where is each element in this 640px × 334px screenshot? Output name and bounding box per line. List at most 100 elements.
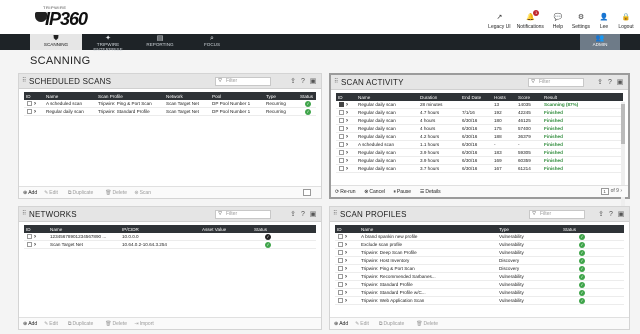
- next-page-icon[interactable]: ›: [619, 188, 622, 194]
- column-header-name[interactable]: Name: [44, 94, 96, 99]
- table-row[interactable]: › Regular daily scan 4.7 hours 7/1/16 192 422…: [336, 109, 623, 117]
- nav-item-tripwire-enterprise[interactable]: ✦ TRIPWIRE ENTERPRISE: [82, 34, 134, 52]
- column-header-network[interactable]: Network: [164, 94, 210, 99]
- column-header-duration[interactable]: Duration: [418, 95, 460, 100]
- table-row[interactable]: › Tripwire: Web Application Scan Vulnerabi…: [335, 297, 624, 305]
- action-add-button[interactable]: ⊕Add: [23, 321, 37, 327]
- chevron-right-icon[interactable]: ›: [32, 242, 38, 248]
- column-header-name[interactable]: Name: [48, 227, 120, 232]
- help-icon[interactable]: ?: [607, 210, 615, 219]
- column-header-hosts[interactable]: Hosts: [492, 95, 516, 100]
- toolbar-item-logout[interactable]: 🔒 Logout: [618, 13, 634, 30]
- column-header-asset-value[interactable]: Asset Value: [200, 227, 252, 232]
- nav-item-admin[interactable]: 👥 ADMIN: [580, 34, 620, 50]
- page-input[interactable]: 1: [600, 188, 609, 195]
- column-header-scan-profile[interactable]: Scan Profile: [96, 94, 164, 99]
- action-details-button[interactable]: ☰Details: [420, 189, 441, 195]
- ip360-logo[interactable]: TRIPWIRE IP360: [35, 5, 93, 32]
- table-row[interactable]: › A brand spankin new profile Vulnerabilit…: [335, 233, 624, 241]
- table-row[interactable]: › A scheduled scan Tripwire: Ping & Port S…: [24, 100, 316, 108]
- column-header-id[interactable]: ID: [24, 94, 44, 99]
- drag-handle-icon[interactable]: ⠿: [22, 78, 26, 85]
- drag-handle-icon[interactable]: ⠿: [333, 211, 337, 218]
- column-header-status[interactable]: Status: [298, 94, 316, 99]
- action-duplicate-button[interactable]: ⧉Duplicate: [379, 321, 404, 327]
- action-pause-button[interactable]: ⏸Pause: [393, 189, 411, 195]
- column-header-result[interactable]: Result: [542, 95, 586, 100]
- toolbar-item-help[interactable]: 💬 Help: [550, 13, 566, 30]
- chevron-right-icon[interactable]: ›: [344, 158, 350, 164]
- column-header-id[interactable]: ID: [24, 227, 48, 232]
- table-row[interactable]: › Tripwire: Standard Profile w/C... Vulner…: [335, 289, 624, 297]
- table-row[interactable]: › Tripwire: Recommended Sarbanes... Vulner…: [335, 273, 624, 281]
- filter-input[interactable]: ⛛ Filter: [528, 78, 584, 87]
- table-row[interactable]: › Regular daily scan 3.9 hours 6/30/16 183 59…: [336, 149, 623, 157]
- action-add-button[interactable]: ⊕Add: [23, 190, 37, 196]
- scrollbar-thumb[interactable]: [621, 104, 625, 144]
- table-row[interactable]: › Regular daily scan 4.2 hours 6/30/16 188 36…: [336, 133, 623, 141]
- action-duplicate-button[interactable]: ⧉Duplicate: [68, 190, 93, 196]
- collapse-icon[interactable]: ▣: [617, 210, 625, 219]
- chevron-right-icon[interactable]: ›: [344, 126, 350, 132]
- table-row[interactable]: › Regular daily scan 28 minutes 13 14035 Scan…: [336, 101, 623, 109]
- column-header-type[interactable]: Type: [497, 227, 561, 232]
- column-header-status[interactable]: Status: [561, 227, 601, 232]
- table-row[interactable]: › Tripwire: Deep Scan Profile Vulnerabilit…: [335, 249, 624, 257]
- export-icon[interactable]: ⇪: [596, 78, 604, 87]
- chevron-right-icon[interactable]: ›: [343, 266, 349, 272]
- column-header-id[interactable]: ID: [335, 227, 359, 232]
- action-duplicate-button[interactable]: ⧉Duplicate: [68, 321, 93, 327]
- column-header-status[interactable]: Status: [252, 227, 282, 232]
- collapse-icon[interactable]: ▣: [616, 78, 624, 87]
- column-header-score[interactable]: Score: [516, 95, 542, 100]
- action-scan-button[interactable]: ⊛Scan: [134, 190, 151, 196]
- filter-input[interactable]: ⛛ Filter: [215, 210, 271, 219]
- column-header-ip-cidr[interactable]: IP/CIDR: [120, 227, 200, 232]
- table-row[interactable]: › Exclude scan profile Vulnerability ✓: [335, 241, 624, 249]
- action-add-button[interactable]: ⊕Add: [334, 321, 348, 327]
- chevron-right-icon[interactable]: ›: [344, 142, 350, 148]
- nav-item-focus[interactable]: ⌕ FOCUS: [186, 34, 238, 50]
- chevron-right-icon[interactable]: ›: [344, 166, 350, 172]
- table-row[interactable]: › Tripwire: Ping & Port Scan Discovery ✓: [335, 265, 624, 273]
- chevron-right-icon[interactable]: ›: [343, 298, 349, 304]
- table-row[interactable]: › Tripwire: Standard Profile Vulnerability…: [335, 281, 624, 289]
- toolbar-item-legacy-ui[interactable]: ↗ Legacy UI: [488, 13, 511, 30]
- chevron-right-icon[interactable]: ›: [343, 250, 349, 256]
- action-import-button[interactable]: ⇥Import: [134, 321, 153, 327]
- table-row[interactable]: › Regular daily scan Tripwire: Standard Pr…: [24, 108, 316, 116]
- chevron-right-icon[interactable]: ›: [344, 118, 350, 124]
- action-cancel-button[interactable]: ⊗Cancel: [364, 189, 385, 195]
- chevron-right-icon[interactable]: ›: [32, 234, 38, 240]
- export-icon[interactable]: ⇪: [289, 77, 297, 86]
- chevron-right-icon[interactable]: ›: [344, 150, 350, 156]
- table-row[interactable]: › 12345678901234567890 ... 10.0.0.0 ✓: [24, 233, 316, 241]
- action-re-run-button[interactable]: ⟳Re-run: [335, 189, 356, 195]
- column-header-type[interactable]: Type: [264, 94, 298, 99]
- chevron-right-icon[interactable]: ›: [32, 101, 38, 107]
- export-icon[interactable]: ⇪: [289, 210, 297, 219]
- action-edit-button[interactable]: ✎Edit: [355, 321, 369, 327]
- chevron-right-icon[interactable]: ›: [32, 109, 38, 115]
- toolbar-item-notifications[interactable]: 🔔 1 Notifications: [517, 10, 544, 30]
- table-row[interactable]: › Regular daily scan 4 hours 6/30/16 180 4612…: [336, 117, 623, 125]
- chevron-right-icon[interactable]: ›: [343, 258, 349, 264]
- action-delete-button[interactable]: 🗑Delete: [416, 321, 438, 327]
- export-icon[interactable]: ⇪: [597, 210, 605, 219]
- collapse-icon[interactable]: ▣: [309, 77, 317, 86]
- action-edit-button[interactable]: ✎Edit: [44, 321, 58, 327]
- chevron-right-icon[interactable]: ›: [343, 282, 349, 288]
- chevron-right-icon[interactable]: ›: [344, 134, 350, 140]
- drag-handle-icon[interactable]: ⠿: [22, 211, 26, 218]
- help-icon[interactable]: ?: [606, 78, 614, 87]
- drag-handle-icon[interactable]: ⠿: [334, 79, 338, 86]
- toolbar-item-settings[interactable]: ⚙ Settings: [572, 13, 590, 30]
- nav-item-scanning[interactable]: ⛊ SCANNING: [30, 34, 82, 50]
- table-row[interactable]: › A scheduled scan 1.1 hours 6/30/16 - - Finis…: [336, 141, 623, 149]
- chevron-right-icon[interactable]: ›: [344, 110, 350, 116]
- chevron-right-icon[interactable]: ›: [343, 242, 349, 248]
- chevron-right-icon[interactable]: ›: [343, 234, 349, 240]
- table-row[interactable]: › Regular daily scan 3.9 hours 6/30/16 169 60…: [336, 157, 623, 165]
- column-header-name[interactable]: Name: [359, 227, 497, 232]
- column-header-end-date[interactable]: End Date: [460, 95, 492, 100]
